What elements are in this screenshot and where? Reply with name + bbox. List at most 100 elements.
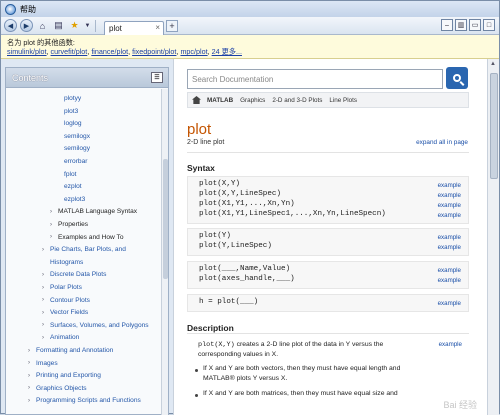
- sidebar-item-label: Formatting and Annotation: [36, 347, 114, 354]
- example-link[interactable]: example: [439, 341, 462, 348]
- chevron-right-icon[interactable]: ›: [42, 335, 50, 341]
- close-icon[interactable]: ×: [155, 23, 160, 32]
- forward-arrow-icon[interactable]: ▶: [20, 19, 33, 32]
- sidebar-item[interactable]: semilogx: [64, 133, 90, 140]
- search-input[interactable]: Search Documentation: [187, 69, 443, 89]
- sidebar-item[interactable]: loglog: [64, 120, 82, 127]
- split-icon[interactable]: ▭: [469, 19, 481, 31]
- chevron-right-icon[interactable]: ›: [42, 247, 50, 253]
- sidebar-item[interactable]: › Polar Plots: [42, 284, 82, 291]
- description-line: plot(X,Y) creates a 2-D line plot of the…: [198, 341, 384, 349]
- example-link[interactable]: example: [438, 202, 461, 209]
- chevron-right-icon[interactable]: ›: [28, 348, 36, 354]
- content-scrollbar[interactable]: ▲: [487, 59, 499, 415]
- example-link[interactable]: example: [438, 300, 461, 307]
- chevron-right-icon[interactable]: ›: [42, 322, 50, 328]
- sidebar-item[interactable]: › Formatting and Annotation: [28, 347, 113, 354]
- toolbar: ◀ ▶ ⌂ ▤ ★ ▼ plot × + – ▥ ▭ □: [1, 17, 499, 35]
- star-icon[interactable]: ★: [68, 19, 81, 32]
- chevron-right-icon[interactable]: ›: [42, 272, 50, 278]
- home-icon[interactable]: [192, 96, 201, 104]
- description-block: plot(X,Y) creates a 2-D line plot of the…: [187, 336, 469, 415]
- chevron-right-icon[interactable]: ›: [50, 234, 58, 240]
- sidebar-item[interactable]: › Printing and Exporting: [28, 372, 101, 379]
- sidebar-item-label: Polar Plots: [50, 284, 82, 291]
- sidebar-item[interactable]: semilogy: [64, 145, 90, 152]
- sidebar-item[interactable]: › Vector Fields: [42, 309, 88, 316]
- banner-link[interactable]: curvefit/plot: [51, 47, 88, 56]
- sidebar-item[interactable]: › Surfaces, Volumes, and Polygons: [42, 322, 149, 329]
- syntax-line: plot(X,Y): [199, 180, 241, 188]
- sidebar-item-label: Pie Charts, Bar Plots, and: [50, 246, 126, 254]
- sidebar-item-label: Surfaces, Volumes, and Polygons: [50, 321, 149, 329]
- sidebar-item[interactable]: › Animation: [42, 334, 79, 341]
- chevron-right-icon[interactable]: ›: [50, 209, 58, 215]
- chevron-right-icon[interactable]: ›: [28, 398, 36, 404]
- chevron-right-icon[interactable]: ›: [42, 297, 50, 303]
- example-link[interactable]: example: [438, 212, 461, 219]
- example-link[interactable]: example: [438, 182, 461, 189]
- breadcrumb-item[interactable]: 2-D and 3-D Plots: [272, 97, 322, 104]
- sidebar-item[interactable]: › Examples and How To: [50, 234, 123, 241]
- example-link[interactable]: example: [438, 192, 461, 199]
- sidebar-item[interactable]: › MATLAB Language Syntax: [50, 208, 137, 215]
- tab-plot[interactable]: plot ×: [104, 20, 164, 35]
- breadcrumb-item[interactable]: MATLAB: [207, 97, 233, 104]
- scroll-up-icon[interactable]: ▲: [490, 61, 496, 67]
- example-link[interactable]: example: [438, 267, 461, 274]
- tile-icon[interactable]: ▥: [455, 19, 467, 31]
- breadcrumb-item[interactable]: Graphics: [240, 97, 265, 104]
- sidebar-item-label: Graphics Objects: [36, 384, 87, 392]
- minimize-icon[interactable]: –: [441, 19, 453, 31]
- sidebar-item[interactable]: › Programming Scripts and Functions: [28, 397, 141, 404]
- chevron-right-icon[interactable]: ›: [28, 385, 36, 391]
- sidebar-item[interactable]: ezplot3: [64, 196, 85, 203]
- banner-link[interactable]: finance/plot: [91, 47, 128, 56]
- sidebar-item[interactable]: fplot: [64, 171, 76, 178]
- search-button[interactable]: [446, 67, 468, 89]
- banner-link[interactable]: simulink/plot: [7, 47, 47, 56]
- sidebar-item-label: Programming Scripts and Functions: [36, 397, 141, 405]
- expand-all-link[interactable]: expand all in page: [416, 139, 468, 146]
- chevron-down-icon[interactable]: ▼: [84, 19, 91, 32]
- chevron-right-icon[interactable]: ›: [28, 360, 36, 366]
- chevron-right-icon[interactable]: ›: [42, 285, 50, 291]
- chevron-right-icon[interactable]: ›: [42, 310, 50, 316]
- list-toggle-icon[interactable]: ☰: [151, 72, 163, 83]
- sidebar-item-label: semilogx: [64, 132, 91, 140]
- scroll-thumb[interactable]: [490, 73, 498, 179]
- maximize-icon[interactable]: □: [483, 19, 495, 31]
- sidebar-item[interactable]: › Graphics Objects: [28, 385, 87, 392]
- sidebar-item-label: Animation: [50, 334, 80, 342]
- example-link[interactable]: example: [438, 234, 461, 241]
- sidebar-item[interactable]: errorbar: [64, 158, 87, 165]
- sidebar-item[interactable]: plot3: [64, 108, 78, 115]
- example-link[interactable]: example: [438, 277, 461, 284]
- scroll-thumb[interactable]: [163, 159, 168, 279]
- banner-link-more[interactable]: 24 更多...: [212, 47, 242, 56]
- separator: [95, 19, 96, 32]
- sidebar-scrollbar[interactable]: [161, 89, 168, 415]
- breadcrumb-item[interactable]: Line Plots: [329, 97, 357, 104]
- banner-link[interactable]: mpc/plot: [180, 47, 207, 56]
- sidebar-item[interactable]: › Properties: [50, 221, 88, 228]
- chevron-right-icon[interactable]: ›: [28, 373, 36, 379]
- sidebar-item[interactable]: › Contour Plots: [42, 297, 90, 304]
- print-icon[interactable]: ▤: [52, 19, 65, 32]
- sidebar-item[interactable]: › Discrete Data Plots: [42, 271, 106, 278]
- sidebar-item[interactable]: plotyy: [64, 95, 81, 102]
- example-link[interactable]: example: [438, 244, 461, 251]
- sidebar-item[interactable]: Histograms: [50, 259, 83, 266]
- sidebar-item[interactable]: › Images: [28, 360, 58, 367]
- sidebar-item[interactable]: ezplot: [64, 183, 82, 190]
- sidebar-item[interactable]: › Pie Charts, Bar Plots, and: [42, 246, 126, 253]
- home-icon[interactable]: ⌂: [36, 19, 49, 32]
- back-arrow-icon[interactable]: ◀: [4, 19, 17, 32]
- syntax-line: plot(axes_handle,___): [199, 275, 295, 283]
- banner-link[interactable]: fixedpoint/plot: [132, 47, 176, 56]
- add-tab-button[interactable]: +: [166, 19, 178, 32]
- syntax-line: plot(X1,Y1,...,Xn,Yn): [199, 200, 295, 208]
- sidebar-item-label: Histograms: [50, 258, 84, 266]
- chevron-right-icon[interactable]: ›: [50, 222, 58, 228]
- divider: [187, 152, 469, 153]
